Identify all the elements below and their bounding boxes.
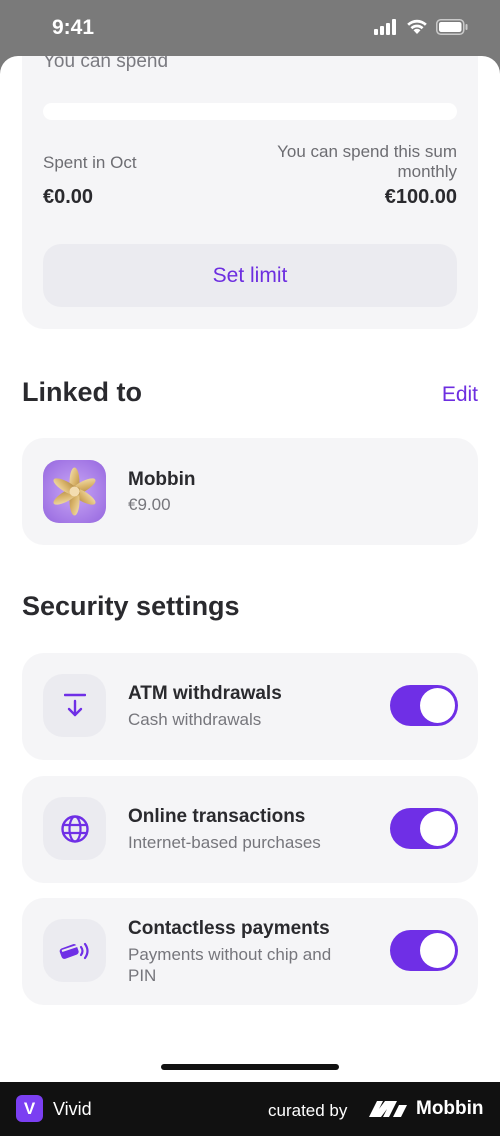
contactless-payments-toggle[interactable] (390, 930, 458, 971)
toggle-knob (420, 933, 455, 968)
security-item-online: Online transactions Internet-based purch… (22, 776, 478, 883)
spending-limit-card: You can spend Spent in Oct €0.00 You can… (22, 56, 478, 329)
security-item-subtitle: Payments without chip and PIN (128, 945, 332, 985)
toggle-knob (420, 688, 455, 723)
spent-value: €0.00 (43, 186, 94, 208)
atm-withdrawals-toggle[interactable] (390, 685, 458, 726)
signal-icon (374, 19, 396, 35)
home-indicator (161, 1064, 339, 1070)
account-avatar (43, 460, 106, 523)
security-item-title: ATM withdrawals (128, 683, 282, 704)
contactless-icon-tile (43, 919, 106, 982)
mobbin-brand: Mobbin (416, 1098, 484, 1119)
gold-flower-icon (53, 467, 96, 516)
wifi-icon (407, 19, 427, 34)
online-icon-tile (43, 797, 106, 860)
battery-icon (436, 19, 468, 35)
set-limit-button[interactable]: Set limit (43, 244, 457, 307)
spent-label: Spent in Oct (43, 153, 137, 172)
account-name: Mobbin (128, 469, 196, 490)
app-name: Vivid (53, 1099, 92, 1119)
curated-by-label: curated by (268, 1101, 348, 1120)
linked-account-card[interactable]: Mobbin €9.00 (22, 438, 478, 545)
status-time: 9:41 (52, 16, 95, 39)
spending-title: You can spend (43, 56, 169, 72)
globe-icon (60, 814, 89, 843)
security-settings-title: Security settings (22, 591, 240, 621)
atm-withdraw-icon (63, 693, 86, 716)
status-icons (374, 19, 468, 35)
spending-progress-bar (43, 103, 457, 120)
security-item-title: Contactless payments (128, 918, 330, 939)
online-transactions-toggle[interactable] (390, 808, 458, 849)
atm-icon-tile (43, 674, 106, 737)
status-bar: 9:41 (0, 0, 500, 56)
security-item-atm: ATM withdrawals Cash withdrawals (22, 653, 478, 760)
mobbin-logo-icon (369, 1101, 407, 1117)
footer-bar: V Vivid curated by Mobbin (0, 1082, 500, 1136)
bottom-sheet: You can spend Spent in Oct €0.00 You can… (0, 56, 500, 1082)
contactless-card-icon (59, 942, 89, 959)
limit-value: €100.00 (384, 186, 457, 208)
security-item-title: Online transactions (128, 806, 306, 827)
edit-link[interactable]: Edit (442, 383, 478, 407)
security-item-subtitle: Internet-based purchases (128, 833, 321, 852)
limit-label: You can spend this sum monthly (277, 142, 457, 181)
linked-to-title: Linked to (22, 377, 142, 407)
security-item-contactless: Contactless payments Payments without ch… (22, 898, 478, 1005)
vivid-logo: V (16, 1095, 43, 1122)
toggle-knob (420, 811, 455, 846)
account-balance: €9.00 (128, 495, 171, 514)
security-item-subtitle: Cash withdrawals (128, 710, 262, 729)
